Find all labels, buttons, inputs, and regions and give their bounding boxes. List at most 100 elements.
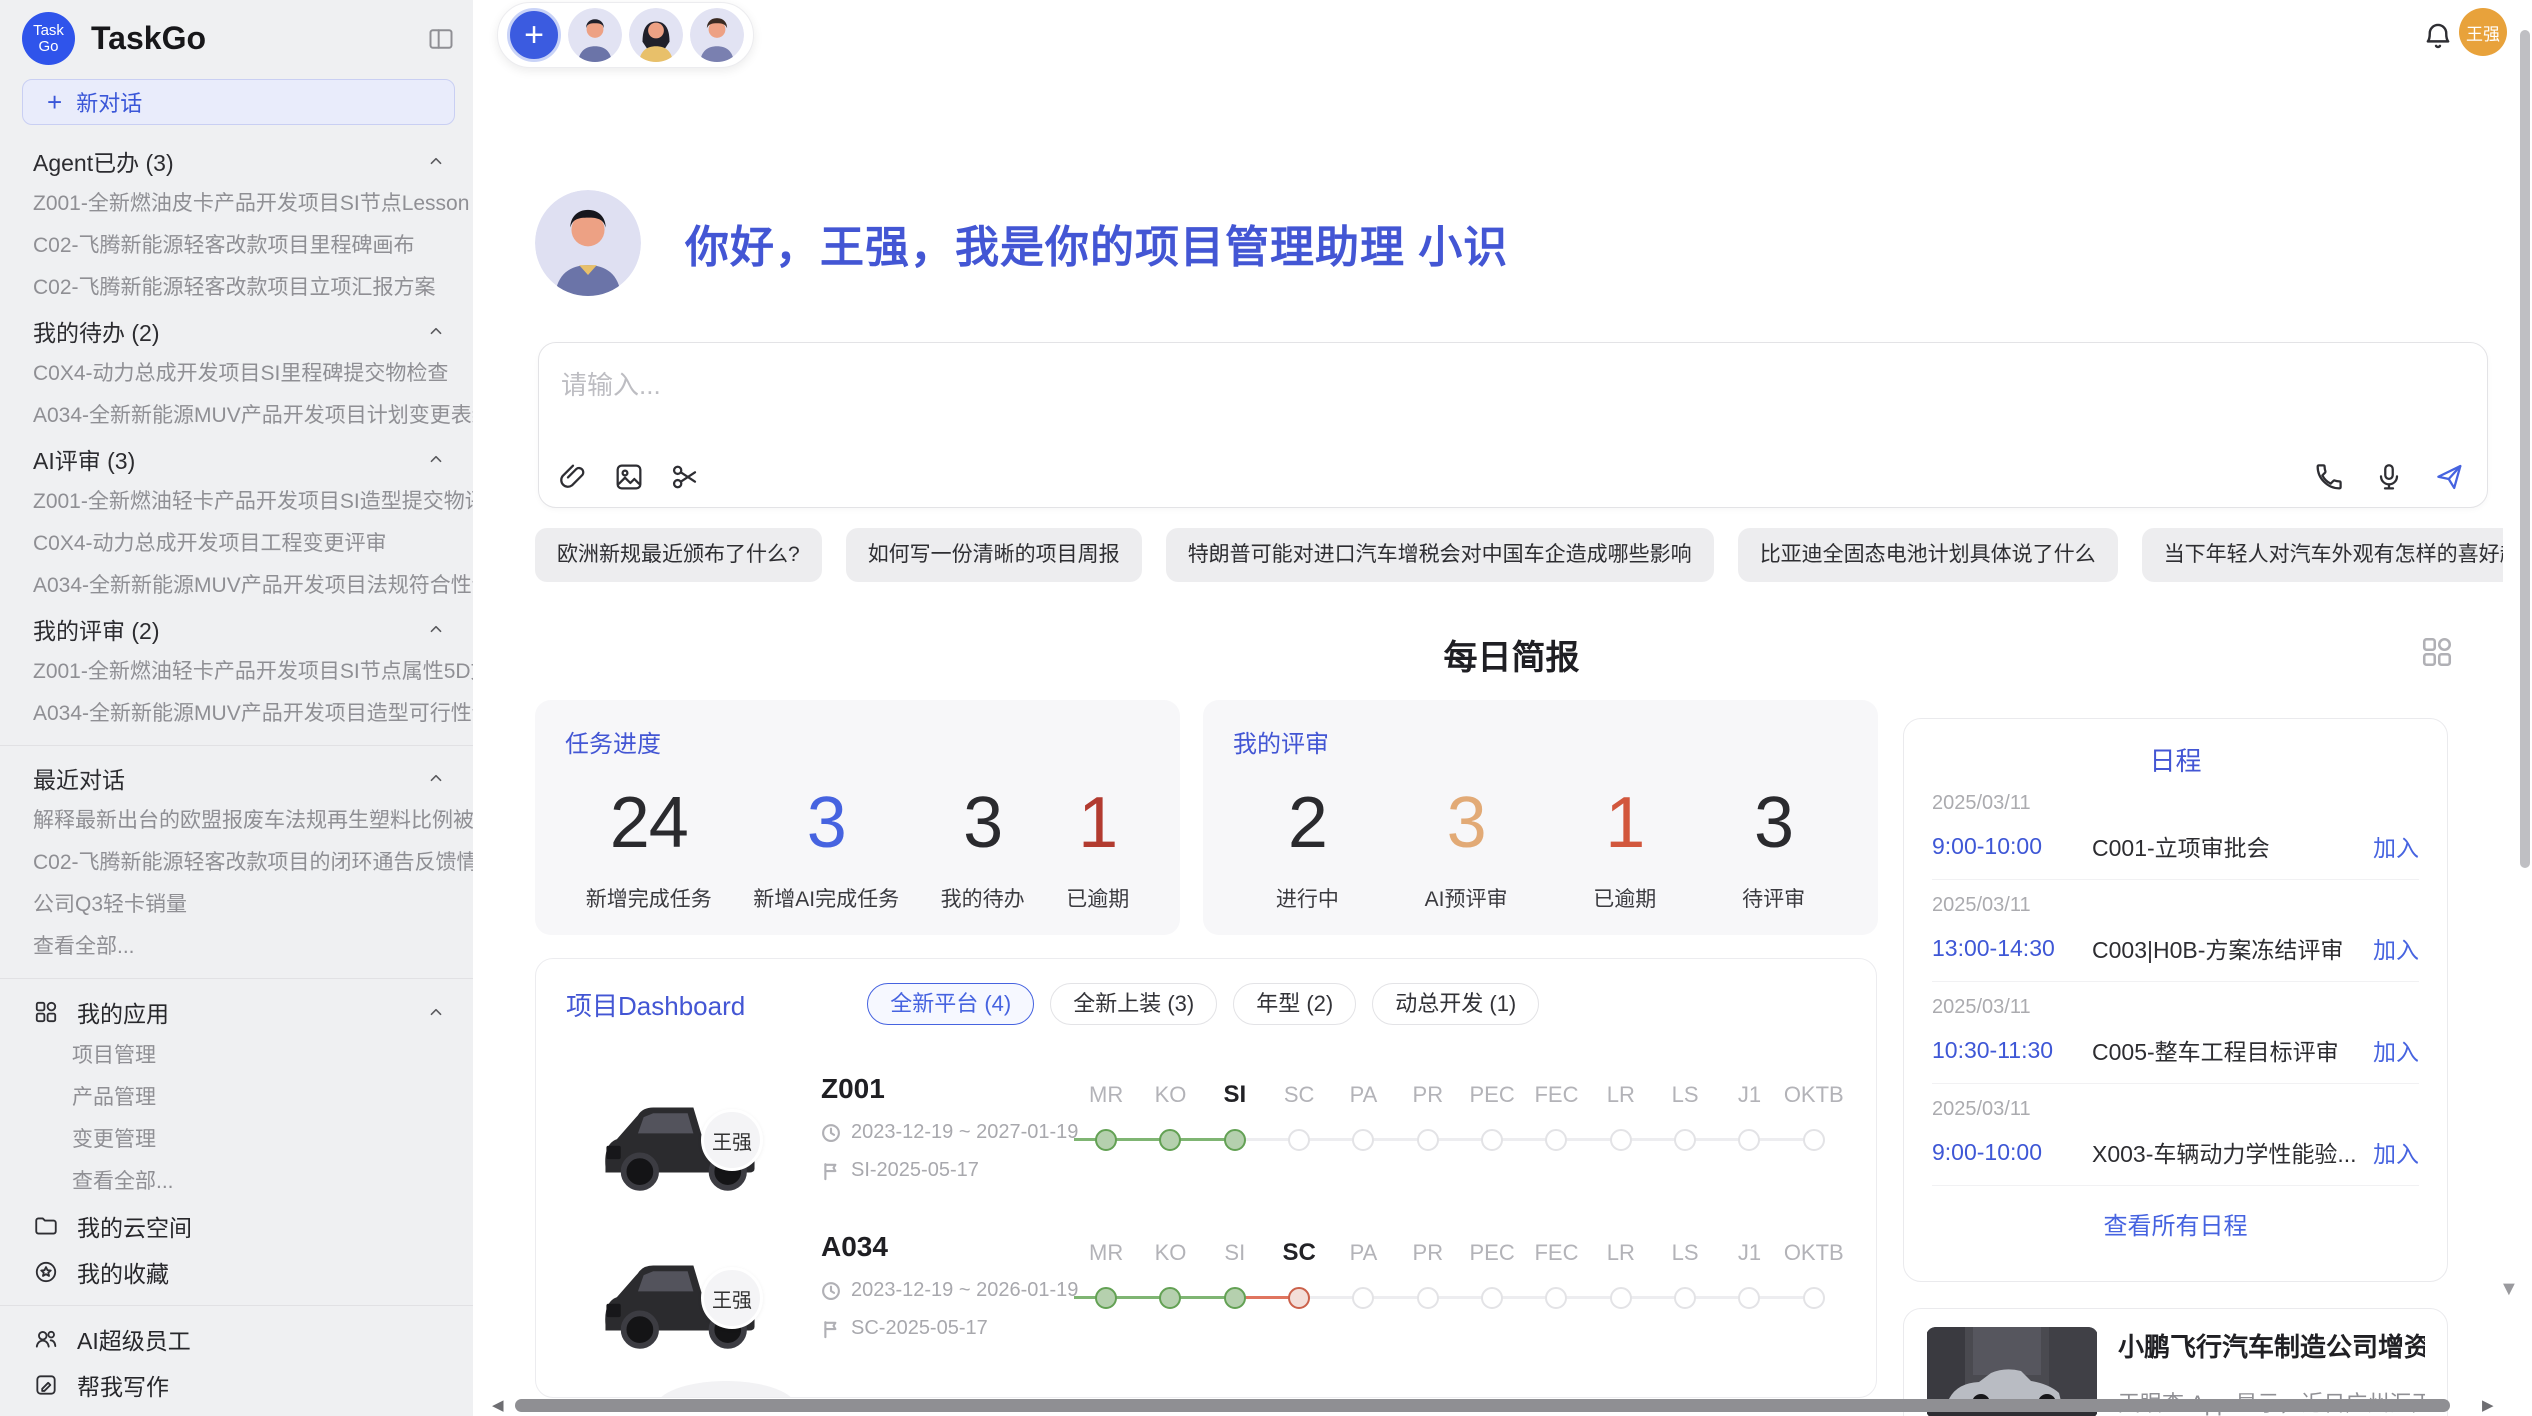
section-recent-chats[interactable]: 最近对话 [0, 756, 473, 800]
sidebar-item-creative-draw[interactable]: 创意制图 [0, 1408, 473, 1416]
suggestion-chip[interactable]: 比亚迪全固态电池计划具体说了什么 [1738, 528, 2118, 582]
milestone-dot [1417, 1129, 1439, 1151]
microphone-icon[interactable] [2373, 461, 2405, 493]
scissors-icon[interactable] [669, 461, 701, 493]
sidebar-item-my-apps[interactable]: 我的应用 [0, 989, 473, 1035]
chevron-down-icon[interactable]: ▼ [2499, 1278, 2519, 1301]
user-avatar[interactable]: 王强 [2459, 8, 2507, 56]
schedule-event[interactable]: 2025/03/11 9:00-10:00 X003-车辆动力学性能验... 加… [1932, 1084, 2419, 1186]
sidebar-item[interactable]: C02-飞腾新能源轻客改款项目里程碑画布 [0, 225, 473, 267]
composer-left-tools [557, 461, 701, 493]
agent-avatar-3[interactable] [690, 8, 744, 62]
stat-label: 已逾期 [1066, 883, 1129, 913]
suggestion-chip[interactable]: 当下年轻人对汽车外观有怎样的喜好趋势 [2142, 528, 2503, 582]
milestone-dot [1610, 1287, 1632, 1309]
app-item-project-mgmt[interactable]: 项目管理 [0, 1035, 473, 1077]
tab-new-platform[interactable]: 全新平台 (4) [867, 983, 1034, 1025]
suggestion-chip[interactable]: 如何写一份清晰的项目周报 [846, 528, 1142, 582]
sidebar-item[interactable]: A034-全新新能源MUV产品开发项目计划变更表编写 [0, 395, 473, 437]
sidebar-item[interactable]: C0X4-动力总成开发项目SI里程碑提交物检查 [0, 353, 473, 395]
schedule-event[interactable]: 2025/03/11 9:00-10:00 C001-立项审批会 加入 [1932, 778, 2419, 880]
folder-icon [33, 1213, 59, 1239]
milestone-dot [1738, 1287, 1760, 1309]
event-time: 9:00-10:00 [1932, 833, 2092, 860]
tab-powertrain[interactable]: 动总开发 (1) [1372, 983, 1539, 1025]
phone-icon[interactable] [2313, 461, 2345, 493]
sidebar-item[interactable]: 公司Q3轻卡销量 [0, 884, 473, 926]
sidebar-item-help-write[interactable]: 帮我写作 [0, 1362, 473, 1408]
project-row-z001[interactable]: 王强 Z001 2023-12-19 ~ 2027-01-19 SI-2025- [536, 1059, 1876, 1217]
app-item-product-mgmt[interactable]: 产品管理 [0, 1077, 473, 1119]
sidebar-item[interactable]: C02-飞腾新能源轻客改款项目立项汇报方案 [0, 267, 473, 309]
section-ai-review[interactable]: AI评审 (3) [0, 437, 473, 481]
sidebar-item[interactable]: 解释最新出台的欧盟报废车法规再生塑料比例被调至15%... [0, 800, 473, 842]
stat-review-overdue: 1 已逾期 [1593, 777, 1656, 913]
stat-pending-review: 3 待评审 [1742, 777, 1805, 913]
new-chat-button[interactable]: + 新对话 [22, 79, 455, 125]
app-item-change-mgmt[interactable]: 变更管理 [0, 1119, 473, 1161]
milestone-dot [1288, 1129, 1310, 1151]
sidebar-item[interactable]: C02-飞腾新能源轻客改款项目的闭环通告反馈情况 [0, 842, 473, 884]
stat-value: 1 [1593, 777, 1656, 869]
milestone-dot [1224, 1129, 1246, 1151]
milestone-mr: MR [1074, 1233, 1138, 1309]
sidebar-item[interactable]: C0X4-动力总成开发项目工程变更评审 [0, 523, 473, 565]
milestone-sc: SC [1267, 1075, 1331, 1151]
join-link[interactable]: 加入 [2373, 931, 2419, 965]
stat-my-todo: 3 我的待办 [941, 777, 1025, 913]
sidebar-collapse-button[interactable] [427, 25, 455, 53]
agent-avatar-2[interactable] [629, 8, 683, 62]
sidebar-item-favorites[interactable]: 我的收藏 [0, 1249, 473, 1295]
view-all-schedule-link[interactable]: 查看所有日程 [1932, 1206, 2419, 1241]
tab-new-body[interactable]: 全新上装 (3) [1050, 983, 1217, 1025]
sidebar-item-ai-employee[interactable]: AI超级员工 [0, 1316, 473, 1362]
section-my-review[interactable]: 我的评审 (2) [0, 607, 473, 651]
view-all-chats[interactable]: 查看全部... [0, 926, 473, 968]
scroll-right-arrow[interactable]: ▶ [2482, 1396, 2494, 1414]
milestone-oktb: OKTB [1782, 1075, 1846, 1151]
milestone-dot [1095, 1287, 1117, 1309]
notifications-button[interactable] [2421, 18, 2457, 54]
vertical-scrollbar[interactable] [2520, 30, 2530, 868]
sidebar-item-cloud-space[interactable]: 我的云空间 [0, 1203, 473, 1249]
sidebar-item[interactable]: Z001-全新燃油皮卡产品开发项目SI节点Lesson Learn报告 [0, 183, 473, 225]
apps-grid-icon [33, 999, 59, 1025]
join-link[interactable]: 加入 [2373, 1033, 2419, 1067]
stat-value: 3 [1742, 777, 1805, 869]
add-agent-button[interactable]: + [507, 8, 561, 62]
agent-avatar-1[interactable] [568, 8, 622, 62]
join-link[interactable]: 加入 [2373, 1135, 2419, 1169]
event-date: 2025/03/11 [1932, 996, 2419, 1019]
schedule-event[interactable]: 2025/03/11 10:30-11:30 C005-整车工程目标评审 加入 [1932, 982, 2419, 1084]
image-icon[interactable] [613, 461, 645, 493]
attachment-icon[interactable] [557, 461, 589, 493]
project-row-a034[interactable]: 王强 A034 2023-12-19 ~ 2026-01-19 SC-2025- [536, 1217, 1876, 1375]
project-owner-chip: 王强 [701, 1109, 763, 1171]
layout-grid-icon[interactable] [2419, 634, 2455, 670]
event-date: 2025/03/11 [1932, 894, 2419, 917]
join-link[interactable]: 加入 [2373, 829, 2419, 863]
sidebar-item[interactable]: A034-全新新能源MUV产品开发项目法规符合性评审 [0, 565, 473, 607]
scroll-left-arrow[interactable]: ◀ [492, 1396, 504, 1414]
milestone-dot [1417, 1287, 1439, 1309]
send-icon[interactable] [2433, 461, 2465, 493]
sidebar-item[interactable]: A034-全新新能源MUV产品开发项目造型可行性评审 [0, 693, 473, 735]
stat-ai-prereview: 3 AI预评审 [1425, 777, 1508, 913]
section-agent-done[interactable]: Agent已办 (3) [0, 139, 473, 183]
tab-model-year[interactable]: 年型 (2) [1233, 983, 1356, 1025]
suggestion-chip[interactable]: 特朗普可能对进口汽车增税会对中国车企造成哪些影响 [1166, 528, 1714, 582]
view-all-apps[interactable]: 查看全部... [0, 1161, 473, 1203]
chevron-up-icon [425, 767, 447, 789]
horizontal-scrollbar[interactable] [515, 1399, 2450, 1412]
sidebar-item[interactable]: Z001-全新燃油轻卡产品开发项目SI节点属性5D文件评审 [0, 651, 473, 693]
schedule-card: 日程 2025/03/11 9:00-10:00 C001-立项审批会 加入 2… [1903, 718, 2448, 1282]
stat-row: 2 进行中 3 AI预评审 1 已逾期 3 待评审 [1233, 777, 1848, 913]
sidebar-item[interactable]: Z001-全新燃油轻卡产品开发项目SI造型提交物评审 [0, 481, 473, 523]
suggestion-chip[interactable]: 欧洲新规最近颁布了什么? [535, 528, 822, 582]
project-dates: 2023-12-19 ~ 2026-01-19 [821, 1279, 1078, 1302]
chat-input[interactable]: 请输入... [561, 365, 661, 402]
date-range: 2023-12-19 ~ 2026-01-19 [851, 1279, 1078, 1302]
section-my-todo[interactable]: 我的待办 (2) [0, 309, 473, 353]
schedule-event[interactable]: 2025/03/11 13:00-14:30 C003|H0B-方案冻结评审 加… [1932, 880, 2419, 982]
milestone-track: MR KO SI SC PA PR PEC FEC LR LS J1 OKTB [1074, 1075, 1846, 1151]
